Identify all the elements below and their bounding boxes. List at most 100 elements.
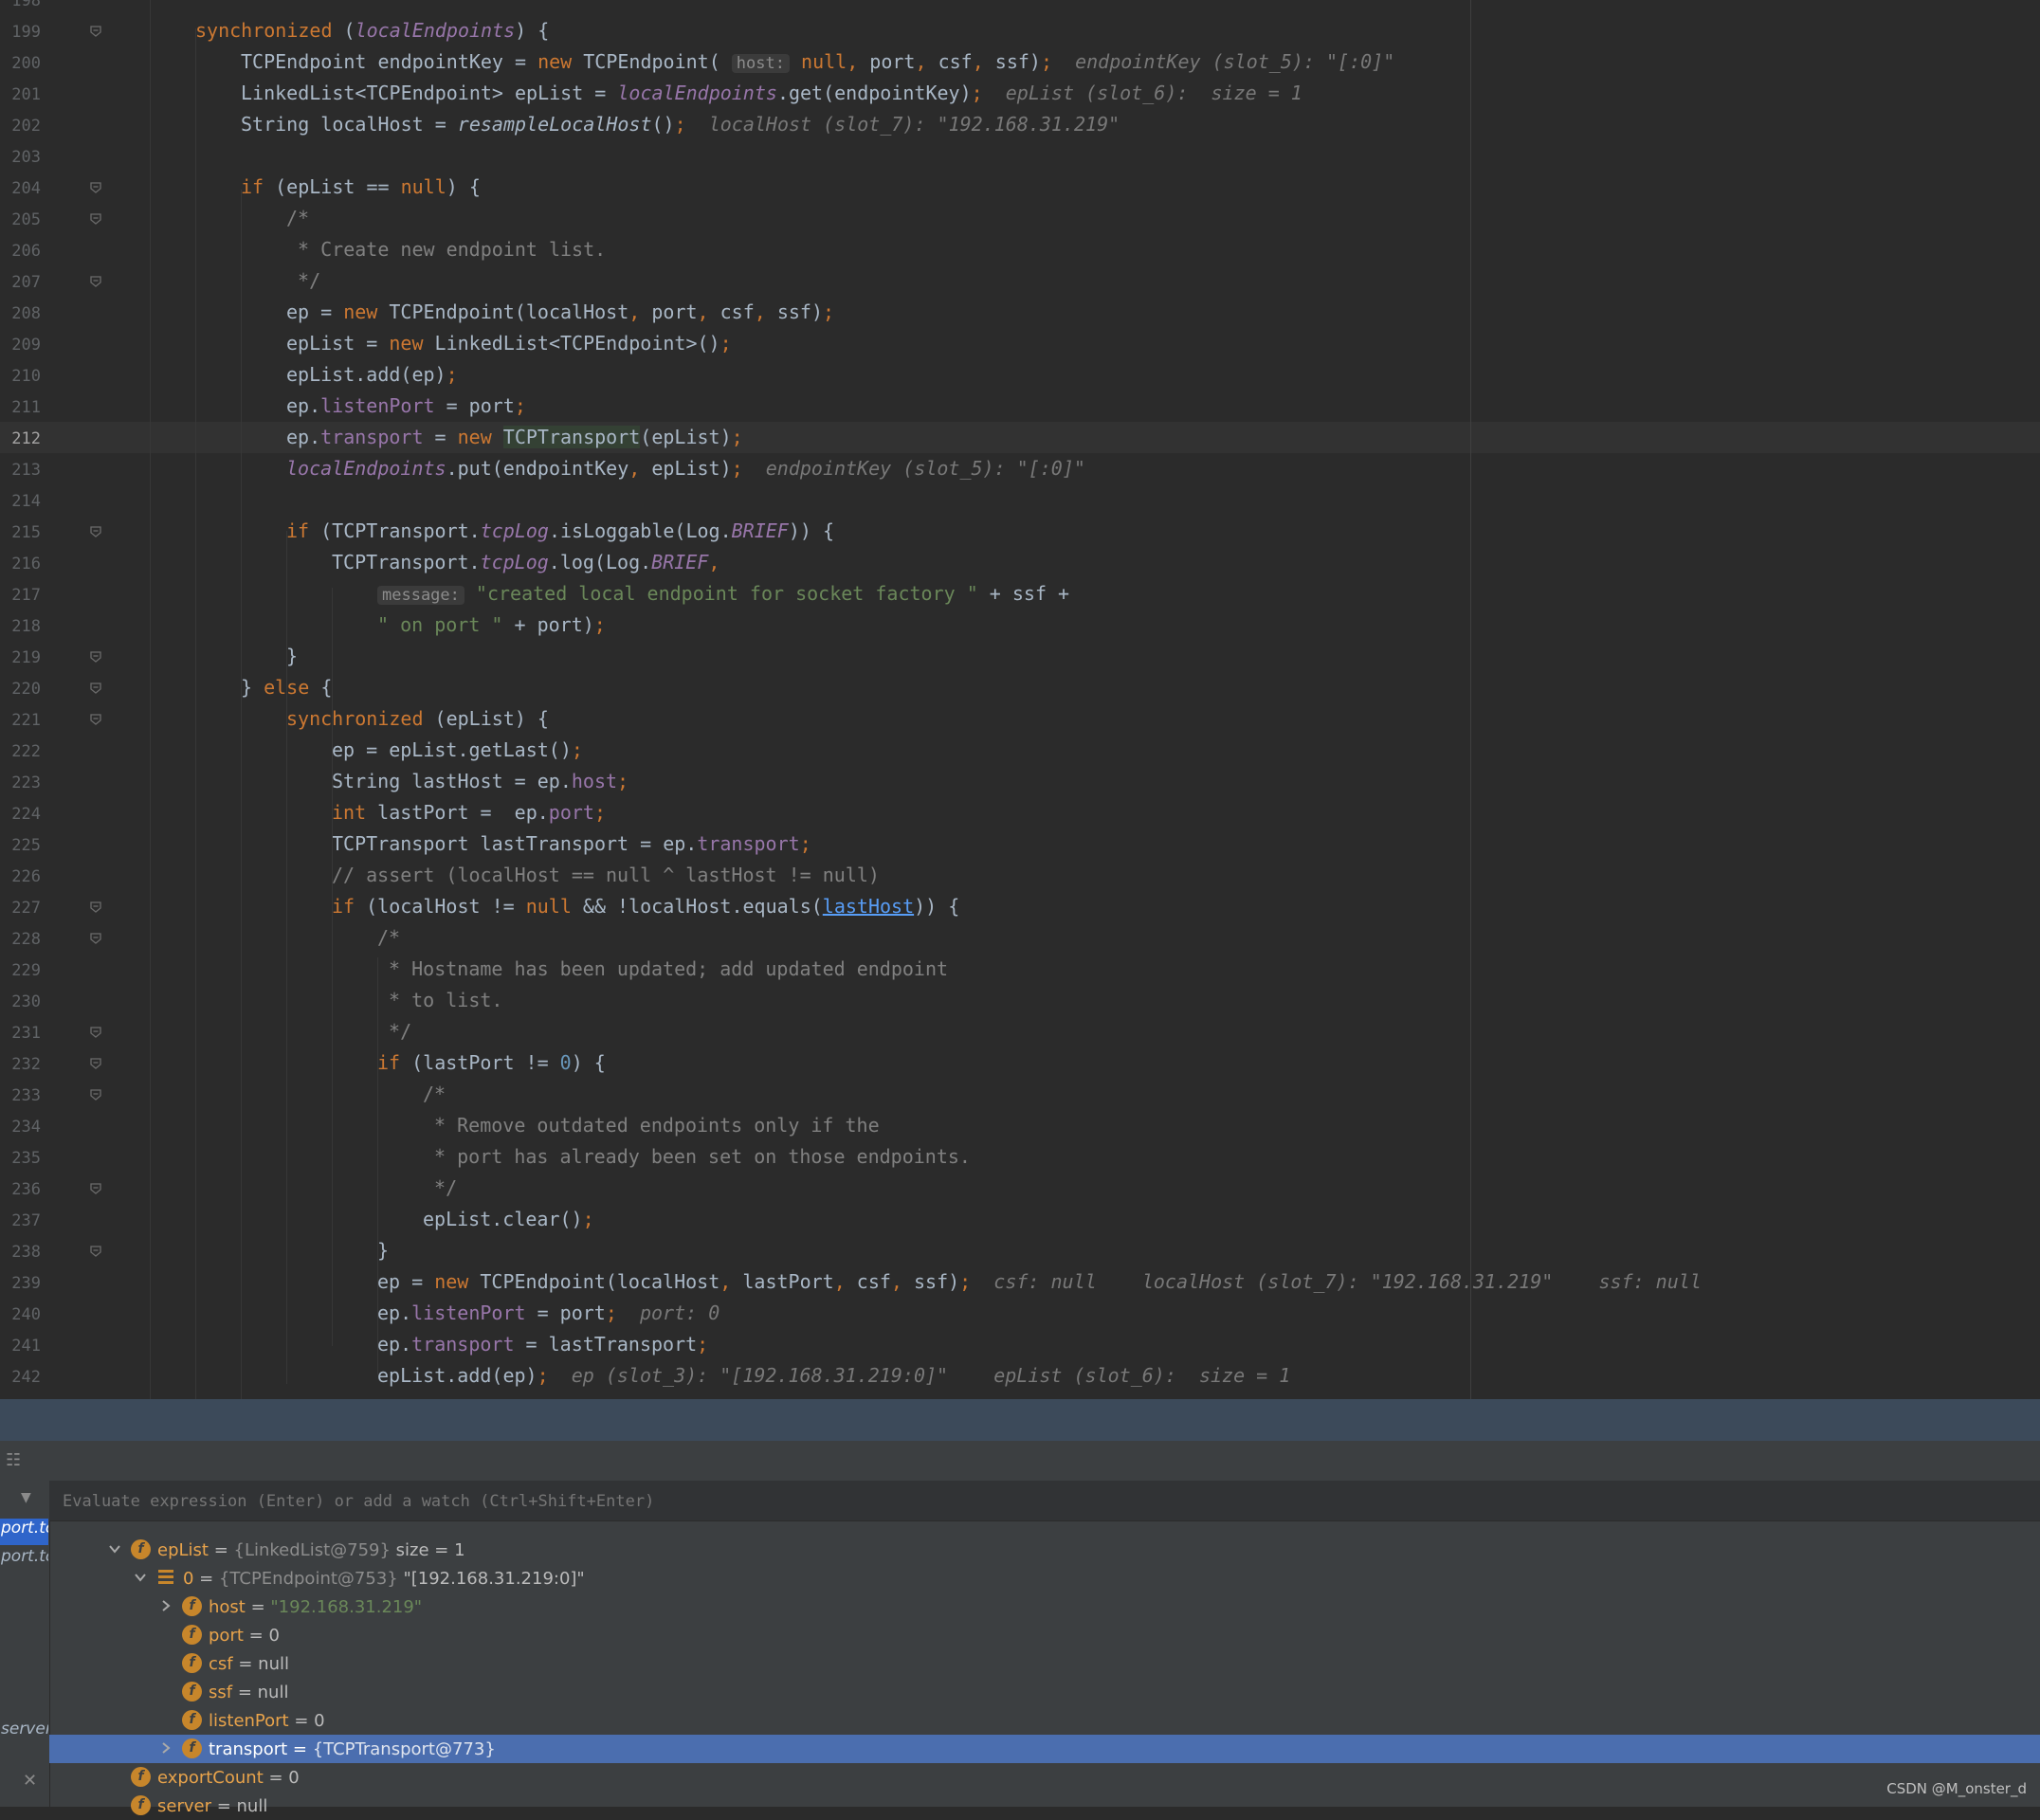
line-number[interactable]: 240 bbox=[0, 1305, 41, 1324]
line-number[interactable]: 239 bbox=[0, 1274, 41, 1293]
code-line[interactable]: 211 ep.listenPort = port; bbox=[0, 391, 2040, 422]
code-line[interactable]: 242 epList.add(ep); ep (slot_3): "[192.16… bbox=[0, 1360, 2040, 1392]
code-line[interactable]: 224 int lastPort = ep.port; bbox=[0, 797, 2040, 828]
line-number[interactable]: 242 bbox=[0, 1368, 41, 1387]
variable-row[interactable]: f server = null bbox=[49, 1792, 2040, 1820]
line-number[interactable]: 235 bbox=[0, 1149, 41, 1168]
code-line[interactable]: 201 LinkedList<TCPEndpoint> epList = loca… bbox=[0, 78, 2040, 109]
code-line[interactable]: 205 /* bbox=[0, 203, 2040, 234]
stack-frame[interactable]: port.tc bbox=[0, 1547, 48, 1574]
fold-marker-icon[interactable] bbox=[89, 275, 102, 288]
variable-row[interactable]: f ssf = null bbox=[49, 1678, 2040, 1706]
line-number[interactable]: 230 bbox=[0, 992, 41, 1011]
variable-row[interactable]: 0 = {TCPEndpoint@753} "[192.168.31.219:0… bbox=[49, 1564, 2040, 1592]
fold-marker-icon[interactable] bbox=[89, 25, 102, 38]
line-number[interactable]: 221 bbox=[0, 711, 41, 730]
line-number[interactable]: 213 bbox=[0, 461, 41, 480]
variable-row[interactable]: f epList = {LinkedList@759} size = 1 bbox=[49, 1536, 2040, 1564]
line-number[interactable]: 201 bbox=[0, 85, 41, 104]
line-number[interactable]: 209 bbox=[0, 336, 41, 355]
code-line[interactable]: 223 String lastHost = ep.host; bbox=[0, 766, 2040, 797]
code-line[interactable]: 204 if (epList == null) { bbox=[0, 172, 2040, 203]
line-number[interactable]: 211 bbox=[0, 398, 41, 417]
code-line[interactable]: 233 /* bbox=[0, 1079, 2040, 1110]
code-line[interactable]: 241 ep.transport = lastTransport; bbox=[0, 1329, 2040, 1360]
code-line[interactable]: 206 * Create new endpoint list. bbox=[0, 234, 2040, 265]
code-line[interactable]: 216 TCPTransport.tcpLog.log(Log.BRIEF, bbox=[0, 547, 2040, 578]
line-number[interactable]: 220 bbox=[0, 680, 41, 699]
fold-marker-icon[interactable] bbox=[89, 525, 102, 538]
fold-marker-icon[interactable] bbox=[89, 1088, 102, 1101]
chevron-down-icon[interactable] bbox=[108, 1542, 121, 1556]
fold-marker-icon[interactable] bbox=[89, 1182, 102, 1195]
code-line[interactable]: 221 synchronized (epList) { bbox=[0, 703, 2040, 735]
line-number[interactable]: 227 bbox=[0, 899, 41, 918]
code-line[interactable]: 226 // assert (localHost == null ^ lastHo… bbox=[0, 860, 2040, 891]
chevron-right-icon[interactable] bbox=[159, 1599, 173, 1612]
line-number[interactable]: 226 bbox=[0, 867, 41, 886]
code-line[interactable]: 199 synchronized (localEndpoints) { bbox=[0, 15, 2040, 46]
code-line[interactable]: 237 epList.clear(); bbox=[0, 1204, 2040, 1235]
line-number[interactable]: 241 bbox=[0, 1337, 41, 1356]
code-line[interactable]: 232 if (lastPort != 0) { bbox=[0, 1047, 2040, 1079]
line-number[interactable]: 198 bbox=[0, 0, 41, 10]
line-number[interactable]: 206 bbox=[0, 242, 41, 261]
code-line[interactable]: 227 if (localHost != null && !localHost.e… bbox=[0, 891, 2040, 922]
line-number[interactable]: 225 bbox=[0, 836, 41, 855]
code-editor[interactable]: 198 199 synchronized (localEndpoints) {200… bbox=[0, 0, 2040, 1399]
code-line[interactable]: 198 bbox=[0, 0, 2040, 15]
line-number[interactable]: 215 bbox=[0, 523, 41, 542]
code-line[interactable]: 210 epList.add(ep); bbox=[0, 359, 2040, 391]
code-line[interactable]: 229 * Hostname has been updated; add upd… bbox=[0, 954, 2040, 985]
line-number[interactable]: 218 bbox=[0, 617, 41, 636]
code-line[interactable]: 218 " on port " + port); bbox=[0, 610, 2040, 641]
code-line[interactable]: 220} else { bbox=[0, 672, 2040, 703]
fold-marker-icon[interactable] bbox=[89, 1026, 102, 1039]
fold-marker-icon[interactable] bbox=[89, 901, 102, 914]
line-number[interactable]: 232 bbox=[0, 1055, 41, 1074]
line-number[interactable]: 208 bbox=[0, 304, 41, 323]
variable-row[interactable]: f exportCount = 0 bbox=[49, 1763, 2040, 1792]
chevron-down-icon[interactable] bbox=[134, 1571, 147, 1584]
code-line[interactable]: 234 * Remove outdated endpoints only if … bbox=[0, 1110, 2040, 1141]
code-line[interactable]: 215 if (TCPTransport.tcpLog.isLoggable(Lo… bbox=[0, 516, 2040, 547]
code-line[interactable]: 202 String localHost = resampleLocalHost(… bbox=[0, 109, 2040, 140]
line-number[interactable]: 216 bbox=[0, 555, 41, 573]
fold-marker-icon[interactable] bbox=[89, 932, 102, 945]
fold-marker-icon[interactable] bbox=[89, 212, 102, 226]
line-number[interactable]: 231 bbox=[0, 1024, 41, 1043]
line-number[interactable]: 229 bbox=[0, 961, 41, 980]
variable-row[interactable]: f transport = {TCPTransport@773} bbox=[49, 1735, 2040, 1763]
code-line[interactable]: 228 /* bbox=[0, 922, 2040, 954]
code-line[interactable]: 200 TCPEndpoint endpointKey = new TCPEndp… bbox=[0, 46, 2040, 78]
line-number[interactable]: 214 bbox=[0, 492, 41, 511]
code-line[interactable]: 239 ep = new TCPEndpoint(localHost, lastP… bbox=[0, 1266, 2040, 1298]
code-line[interactable]: 231 */ bbox=[0, 1016, 2040, 1047]
code-line[interactable]: 219} bbox=[0, 641, 2040, 672]
line-number[interactable]: 228 bbox=[0, 930, 41, 949]
code-line[interactable]: 209 epList = new LinkedList<TCPEndpoint>(… bbox=[0, 328, 2040, 359]
line-number[interactable]: 224 bbox=[0, 805, 41, 824]
line-number[interactable]: 210 bbox=[0, 367, 41, 386]
line-number[interactable]: 233 bbox=[0, 1086, 41, 1105]
variable-row[interactable]: f host = "192.168.31.219" bbox=[49, 1592, 2040, 1621]
fold-marker-icon[interactable] bbox=[89, 181, 102, 194]
line-number[interactable]: 223 bbox=[0, 774, 41, 792]
line-number[interactable]: 212 bbox=[0, 429, 41, 448]
code-line[interactable]: 225 TCPTransport lastTransport = ep.trans… bbox=[0, 828, 2040, 860]
code-line[interactable]: 240 ep.listenPort = port; port: 0 bbox=[0, 1298, 2040, 1329]
line-number[interactable]: 238 bbox=[0, 1243, 41, 1262]
line-number[interactable]: 217 bbox=[0, 586, 41, 605]
variable-row[interactable]: f csf = null bbox=[49, 1649, 2040, 1678]
fold-marker-icon[interactable] bbox=[89, 682, 102, 695]
close-icon[interactable]: ✕ bbox=[23, 1771, 37, 1791]
stack-frame[interactable]: server. bbox=[0, 1720, 48, 1746]
variable-row[interactable]: f port = 0 bbox=[49, 1621, 2040, 1649]
fold-marker-icon[interactable] bbox=[89, 650, 102, 664]
code-line[interactable]: 214 bbox=[0, 484, 2040, 516]
code-line[interactable]: 222 ep = epList.getLast(); bbox=[0, 735, 2040, 766]
line-number[interactable]: 200 bbox=[0, 54, 41, 73]
fold-marker-icon[interactable] bbox=[89, 713, 102, 726]
code-line[interactable]: 207 */ bbox=[0, 265, 2040, 297]
fold-marker-icon[interactable] bbox=[89, 1245, 102, 1258]
